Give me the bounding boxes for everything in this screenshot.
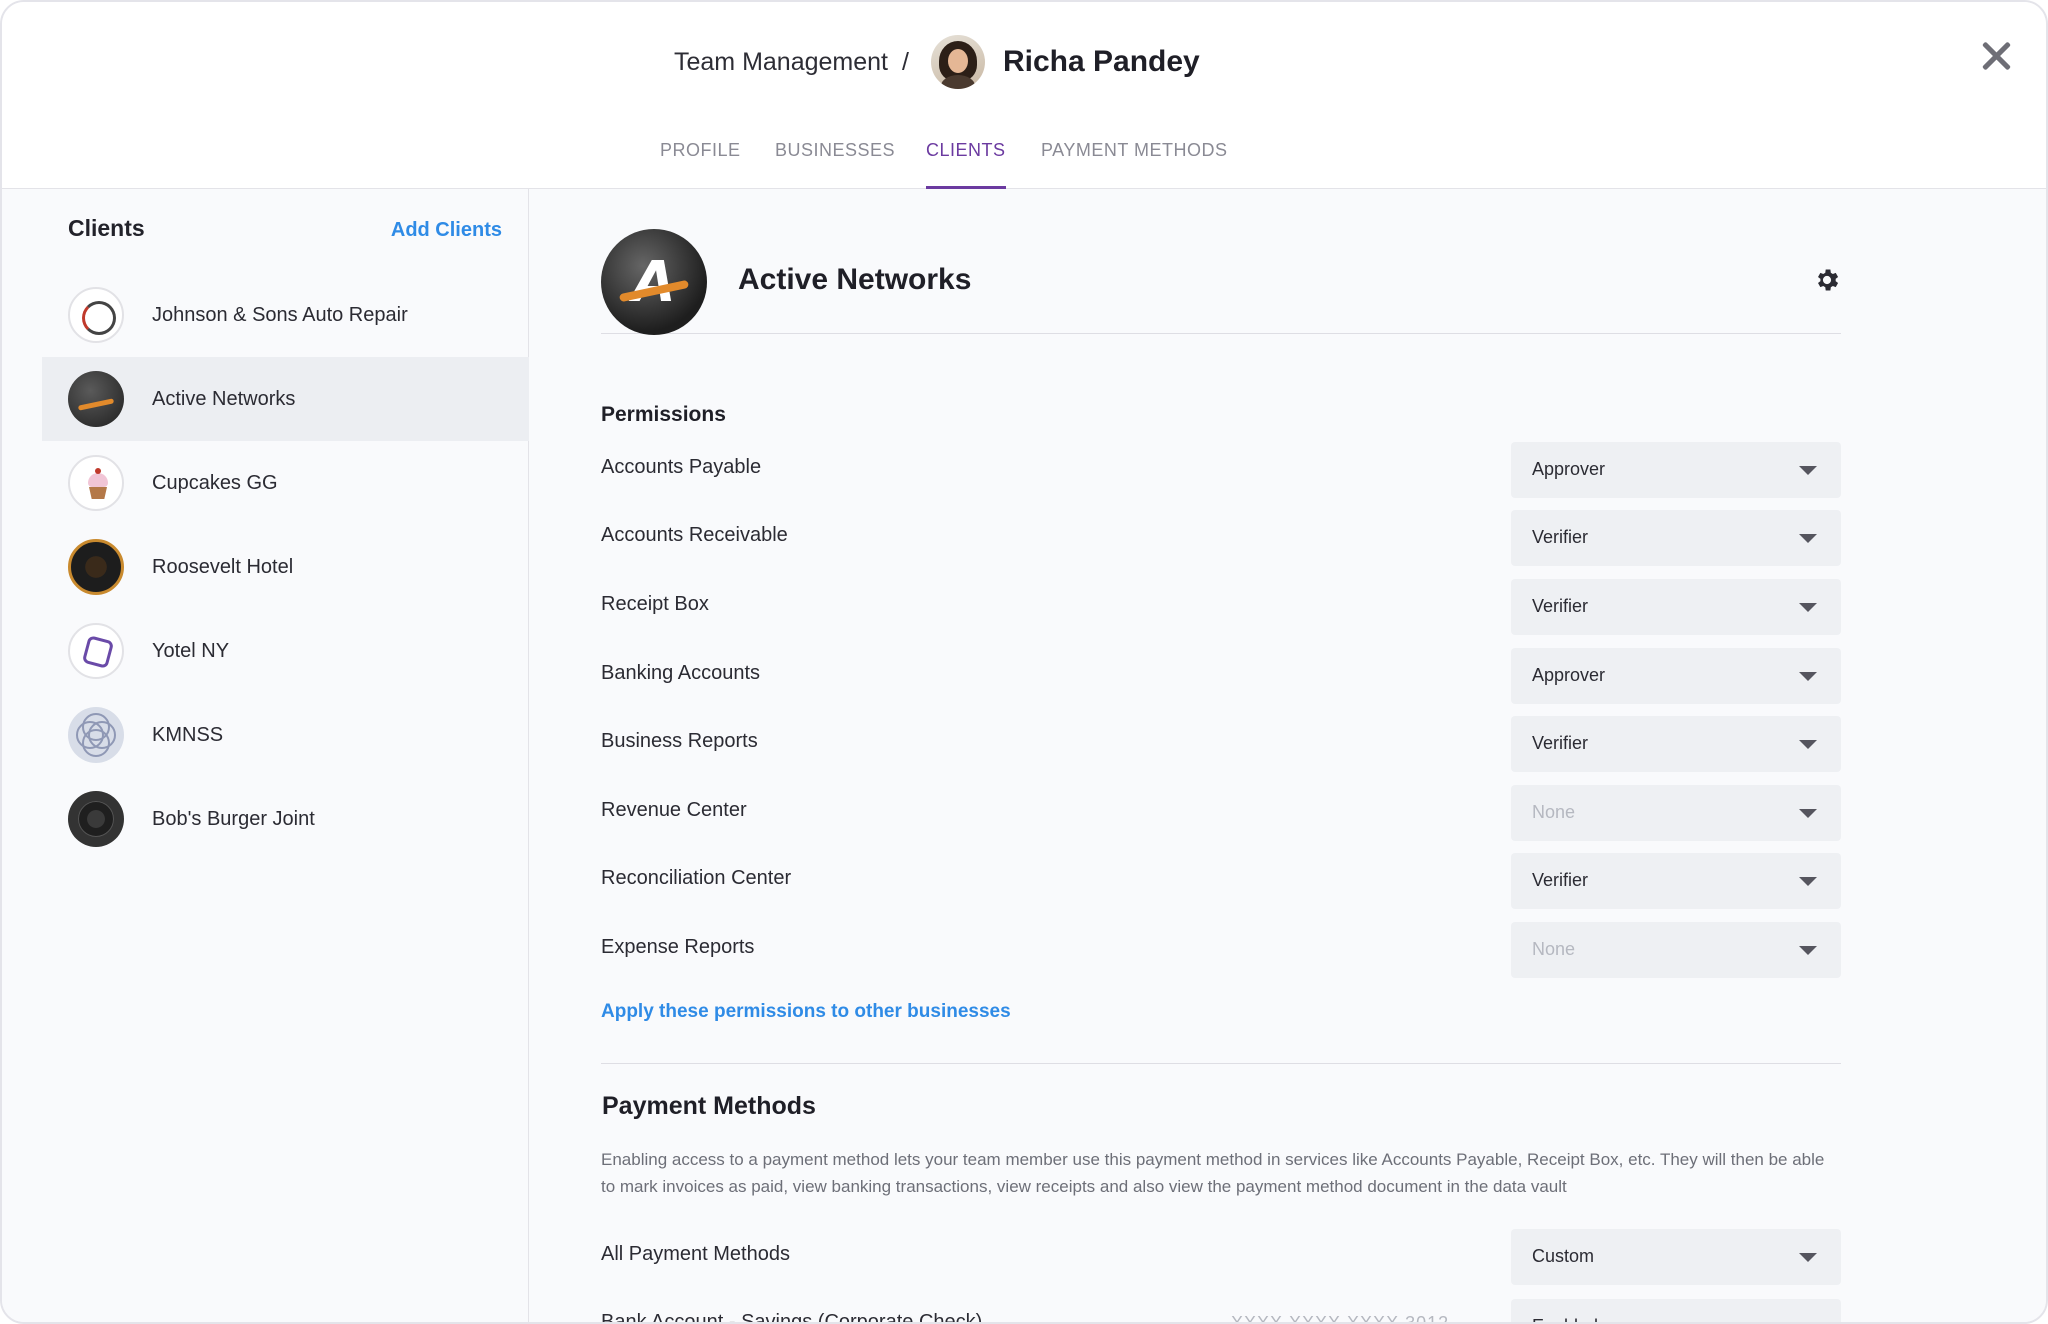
- business-name: Active Networks: [738, 263, 972, 296]
- account-number-mask: XXXX XXXX XXXX 3012: [1231, 1313, 1450, 1324]
- avatar: [930, 35, 985, 89]
- client-logo: [68, 371, 124, 427]
- select-value: Verifier: [1532, 596, 1589, 616]
- client-name: Roosevelt Hotel: [152, 555, 294, 578]
- select-value: None: [1532, 939, 1576, 959]
- permission-label: Revenue Center: [601, 799, 747, 821]
- header: Team Management / Richa Pandey PROFILE B…: [2, 2, 2046, 189]
- client-logo: [68, 623, 124, 679]
- client-item-kmnss[interactable]: KMNSS: [42, 693, 529, 777]
- client-logo: [68, 455, 124, 511]
- select-value: Approver: [1532, 665, 1606, 685]
- client-name: Bob's Burger Joint: [152, 807, 315, 830]
- payment-method-row: Bank Account - Savings (Corporate Check)…: [601, 1299, 1841, 1324]
- team-management-window: Team Management / Richa Pandey PROFILE B…: [0, 0, 2048, 1324]
- tab-profile[interactable]: PROFILE: [660, 140, 741, 189]
- select-value: Verifier: [1532, 733, 1589, 753]
- client-item-johnson-sons[interactable]: Johnson & Sons Auto Repair: [42, 273, 529, 357]
- business-logo-letter: A: [632, 249, 676, 315]
- client-name: KMNSS: [152, 723, 224, 746]
- chevron-down-icon: [1799, 466, 1817, 475]
- business-logo: A: [601, 229, 707, 335]
- chevron-down-icon: [1799, 809, 1817, 818]
- client-detail-panel: A Active Networks Permissions Accounts P…: [529, 189, 2046, 1324]
- permission-row: Expense Reports None: [601, 922, 1841, 978]
- client-item-yotel-ny[interactable]: Yotel NY: [42, 609, 529, 693]
- gear-icon[interactable]: [1813, 266, 1841, 294]
- select-value: Verifier: [1532, 870, 1589, 890]
- permissions-title: Permissions: [601, 403, 726, 426]
- section-divider: [601, 1063, 1841, 1064]
- client-logo: [68, 791, 124, 847]
- permission-label: Accounts Payable: [601, 456, 762, 478]
- permission-row: Accounts Receivable Verifier: [601, 510, 1841, 566]
- permission-select[interactable]: Approver: [1511, 442, 1841, 498]
- client-item-roosevelt-hotel[interactable]: Roosevelt Hotel: [42, 525, 529, 609]
- person-name: Richa Pandey: [1002, 45, 1200, 78]
- permission-select[interactable]: Verifier: [1511, 579, 1841, 635]
- payment-method-label: Bank Account - Savings (Corporate Check): [601, 1311, 983, 1324]
- client-item-active-networks[interactable]: Active Networks: [42, 357, 529, 441]
- payment-method-select[interactable]: Enabled: [1511, 1299, 1841, 1322]
- chevron-down-icon: [1799, 534, 1817, 543]
- select-value: None: [1532, 802, 1576, 822]
- add-clients-button[interactable]: Add Clients: [391, 219, 502, 242]
- apply-permissions-link[interactable]: Apply these permissions to other busines…: [601, 1001, 1011, 1023]
- client-item-bobs-burger-joint[interactable]: Bob's Burger Joint: [42, 777, 529, 861]
- permission-select[interactable]: Approver: [1511, 648, 1841, 704]
- select-value: Approver: [1532, 459, 1606, 479]
- client-name: Active Networks: [152, 387, 296, 410]
- close-icon[interactable]: [1976, 36, 2016, 76]
- permission-label: Receipt Box: [601, 593, 709, 615]
- permission-select[interactable]: Verifier: [1511, 510, 1841, 566]
- chevron-down-icon: [1799, 877, 1817, 886]
- select-value: Custom: [1532, 1246, 1595, 1266]
- select-value: Verifier: [1532, 527, 1589, 547]
- breadcrumb-separator: /: [902, 47, 909, 76]
- sidebar-title: Clients: [68, 215, 145, 241]
- client-list: Johnson & Sons Auto Repair Active Networ…: [42, 273, 529, 861]
- permission-row: Revenue Center None: [601, 785, 1841, 841]
- permission-label: Business Reports: [601, 730, 758, 752]
- permission-row: Reconciliation Center Verifier: [601, 853, 1841, 909]
- tab-payment-methods[interactable]: PAYMENT METHODS: [1041, 140, 1228, 189]
- payment-method-row: All Payment Methods Custom: [601, 1229, 1841, 1285]
- client-name: Cupcakes GG: [152, 471, 278, 494]
- payment-methods-title: Payment Methods: [602, 1092, 816, 1120]
- client-logo: [68, 707, 124, 763]
- business-header: A Active Networks: [601, 229, 1841, 335]
- permission-label: Expense Reports: [601, 936, 755, 958]
- client-name: Yotel NY: [152, 639, 230, 662]
- permission-select[interactable]: None: [1511, 922, 1841, 978]
- tab-bar: PROFILE BUSINESSES CLIENTS PAYMENT METHO…: [2, 128, 2046, 189]
- tab-clients[interactable]: CLIENTS: [926, 140, 1006, 189]
- permission-label: Accounts Receivable: [601, 524, 788, 546]
- permission-row: Receipt Box Verifier: [601, 579, 1841, 635]
- permission-row: Accounts Payable Approver: [601, 442, 1841, 498]
- tab-businesses[interactable]: BUSINESSES: [775, 140, 895, 189]
- client-item-cupcakes-gg[interactable]: Cupcakes GG: [42, 441, 529, 525]
- client-logo: [68, 539, 124, 595]
- chevron-down-icon: [1799, 946, 1817, 955]
- select-value: Enabled: [1532, 1316, 1598, 1322]
- chevron-down-icon: [1799, 603, 1817, 612]
- breadcrumb: Team Management / Richa Pandey: [674, 32, 1200, 92]
- client-name: Johnson & Sons Auto Repair: [152, 303, 408, 326]
- chevron-down-icon: [1799, 1253, 1817, 1262]
- breadcrumb-parent[interactable]: Team Management: [674, 48, 888, 77]
- payment-methods-description: Enabling access to a payment method lets…: [601, 1150, 1825, 1196]
- payment-method-label: All Payment Methods: [601, 1243, 790, 1265]
- client-logo: [68, 287, 124, 343]
- permission-row: Business Reports Verifier: [601, 716, 1841, 772]
- permission-label: Banking Accounts: [601, 662, 760, 684]
- chevron-down-icon: [1799, 672, 1817, 681]
- permission-select[interactable]: None: [1511, 785, 1841, 841]
- clients-sidebar: Clients Add Clients Johnson & Sons Auto …: [2, 189, 529, 1322]
- permission-select[interactable]: Verifier: [1511, 716, 1841, 772]
- chevron-down-icon: [1799, 740, 1817, 749]
- payment-method-select[interactable]: Custom: [1511, 1229, 1841, 1285]
- permission-row: Banking Accounts Approver: [601, 648, 1841, 704]
- permission-select[interactable]: Verifier: [1511, 853, 1841, 909]
- permission-label: Reconciliation Center: [601, 867, 792, 889]
